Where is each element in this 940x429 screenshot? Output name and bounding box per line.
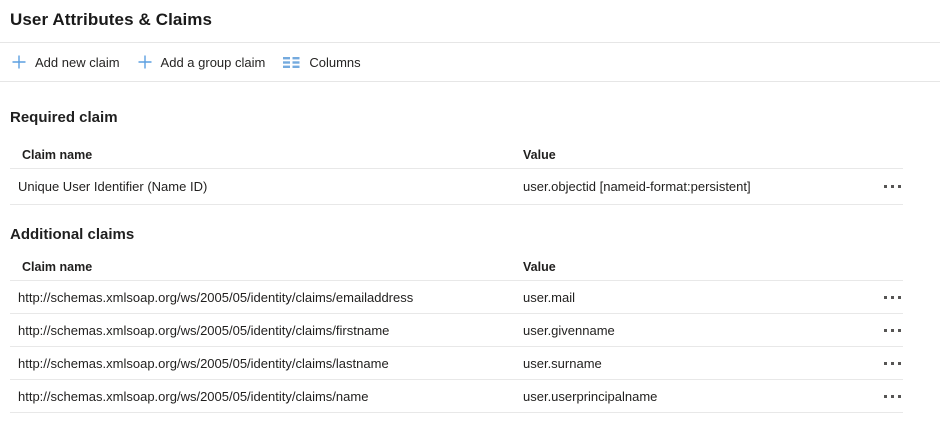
column-header-claim-name: Claim name: [10, 260, 523, 274]
columns-button[interactable]: Columns: [274, 49, 369, 76]
columns-icon: [283, 56, 300, 69]
column-header-value: Value: [523, 148, 859, 162]
table-row[interactable]: http://schemas.xmlsoap.org/ws/2005/05/id…: [10, 380, 903, 413]
more-options-button[interactable]: [882, 323, 903, 338]
required-claims-table: Claim name Value Unique User Identifier …: [10, 141, 903, 205]
table-row[interactable]: http://schemas.xmlsoap.org/ws/2005/05/id…: [10, 314, 903, 347]
column-header-claim-name: Claim name: [10, 148, 523, 162]
claim-value-cell: user.givenname: [523, 323, 859, 338]
more-options-button[interactable]: [882, 389, 903, 404]
ellipsis-icon: [884, 395, 887, 398]
column-header-value: Value: [523, 260, 859, 274]
plus-icon: [12, 55, 26, 69]
ellipsis-icon: [884, 296, 887, 299]
more-options-button[interactable]: [882, 290, 903, 305]
columns-label: Columns: [309, 55, 360, 70]
required-claim-heading: Required claim: [10, 108, 940, 128]
claim-name-cell: http://schemas.xmlsoap.org/ws/2005/05/id…: [10, 323, 523, 338]
claim-name-cell: http://schemas.xmlsoap.org/ws/2005/05/id…: [10, 389, 523, 404]
additional-claims-table: Claim name Value http://schemas.xmlsoap.…: [10, 253, 903, 413]
table-row[interactable]: http://schemas.xmlsoap.org/ws/2005/05/id…: [10, 347, 903, 380]
required-claim-section: Required claim Claim name Value Unique U…: [0, 108, 940, 205]
claim-name-cell: http://schemas.xmlsoap.org/ws/2005/05/id…: [10, 290, 523, 305]
table-header-row: Claim name Value: [10, 141, 903, 169]
table-row[interactable]: Unique User Identifier (Name ID) user.ob…: [10, 169, 903, 205]
claim-value-cell: user.userprincipalname: [523, 389, 859, 404]
add-group-claim-button[interactable]: Add a group claim: [129, 49, 275, 76]
table-row[interactable]: http://schemas.xmlsoap.org/ws/2005/05/id…: [10, 281, 903, 314]
user-attributes-claims-page: User Attributes & Claims Add new claim A…: [0, 0, 940, 413]
plus-icon: [138, 55, 152, 69]
ellipsis-icon: [884, 329, 887, 332]
claim-name-cell: http://schemas.xmlsoap.org/ws/2005/05/id…: [10, 356, 523, 371]
additional-claims-heading: Additional claims: [10, 225, 940, 245]
page-title: User Attributes & Claims: [0, 0, 940, 31]
table-header-row: Claim name Value: [10, 253, 903, 281]
claim-value-cell: user.mail: [523, 290, 859, 305]
command-bar: Add new claim Add a group claim Columns: [0, 43, 940, 82]
add-new-claim-label: Add new claim: [35, 55, 120, 70]
add-group-claim-label: Add a group claim: [161, 55, 266, 70]
additional-claims-section: Additional claims Claim name Value http:…: [0, 225, 940, 413]
claim-value-cell: user.objectid [nameid-format:persistent]: [523, 179, 859, 194]
more-options-button[interactable]: [882, 179, 903, 194]
ellipsis-icon: [884, 362, 887, 365]
add-new-claim-button[interactable]: Add new claim: [3, 49, 129, 76]
ellipsis-icon: [884, 185, 887, 188]
more-options-button[interactable]: [882, 356, 903, 371]
claim-value-cell: user.surname: [523, 356, 859, 371]
claim-name-cell: Unique User Identifier (Name ID): [10, 179, 523, 194]
